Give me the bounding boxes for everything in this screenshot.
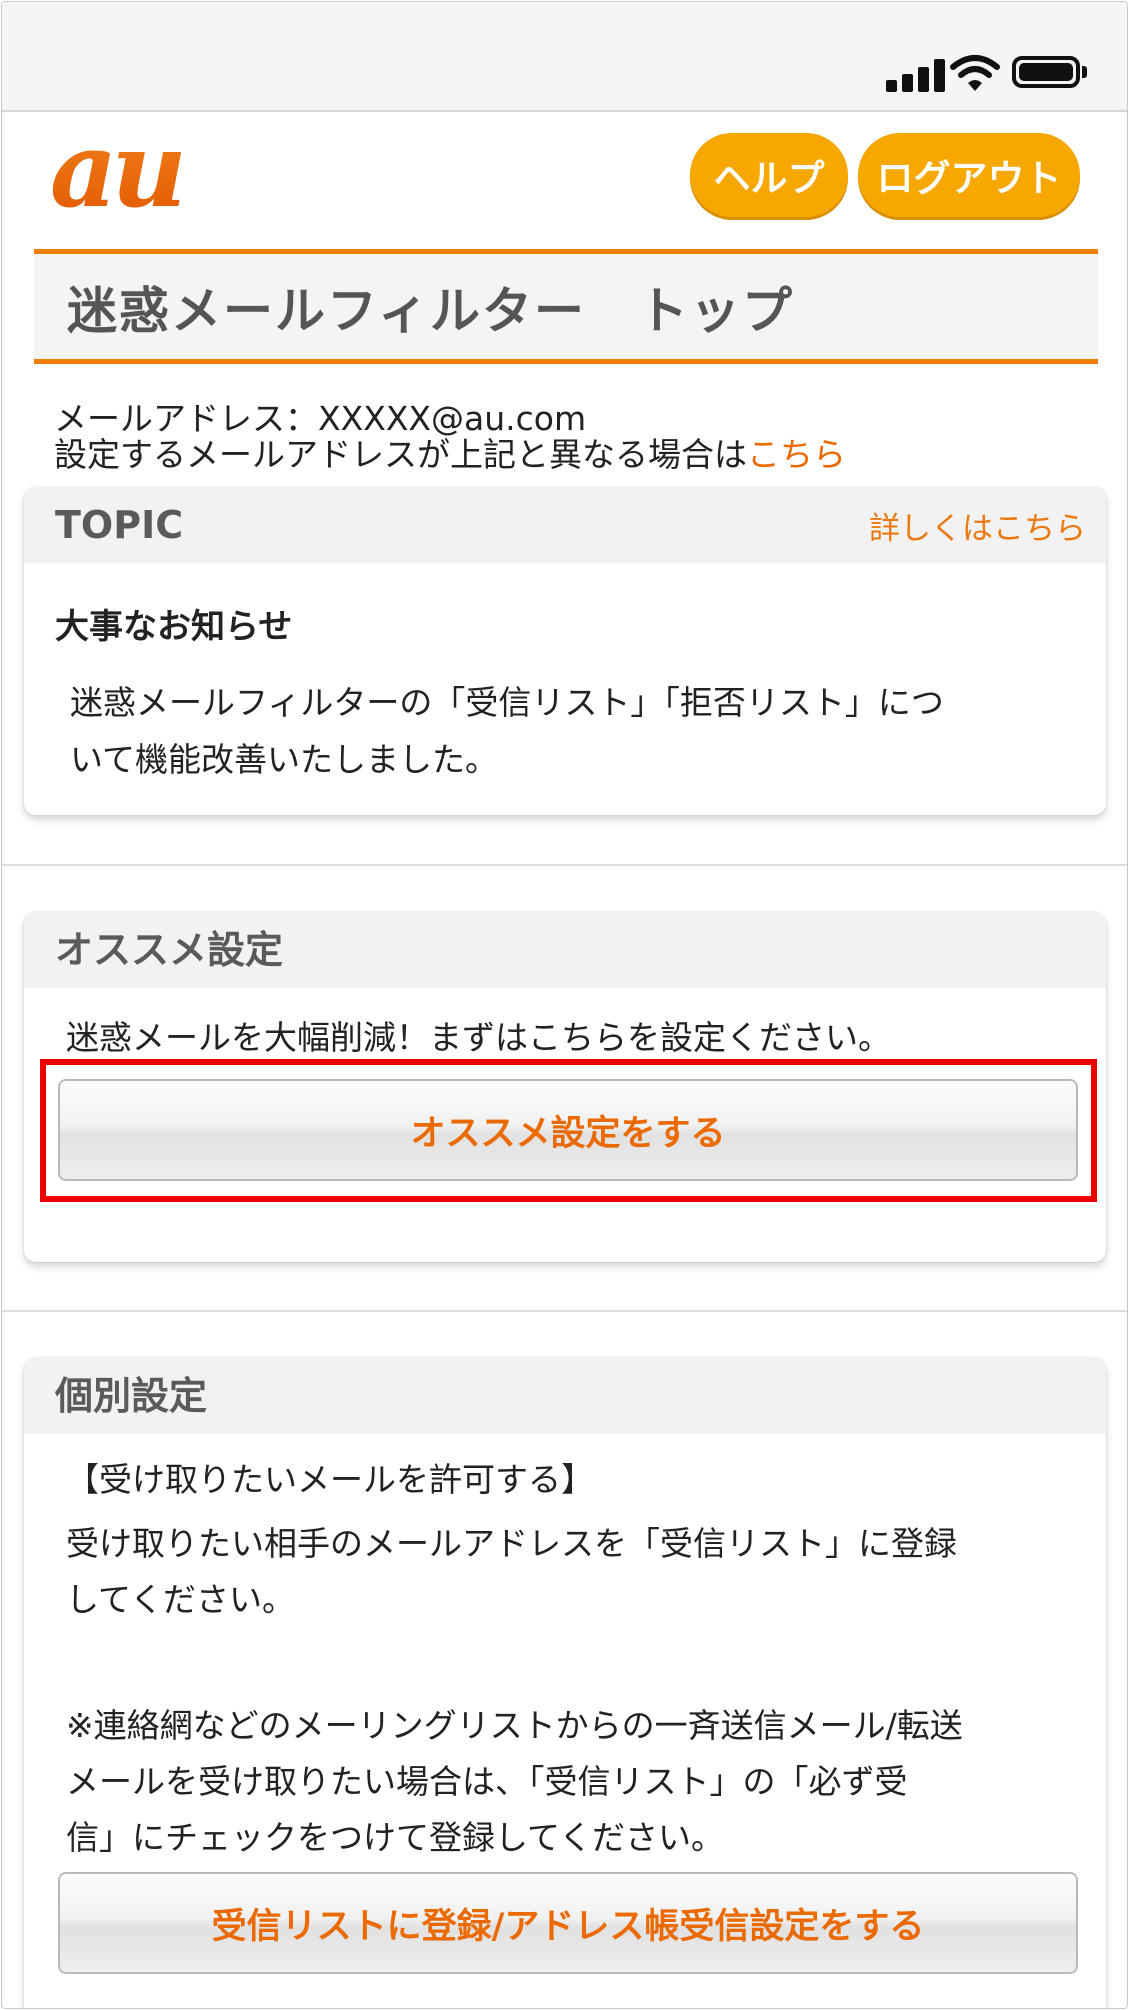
- logout-button[interactable]: ログアウト: [858, 133, 1080, 217]
- help-button[interactable]: ヘルプ: [690, 133, 848, 217]
- different-address-line: 設定するメールアドレスが上記と異なる場合はこちら: [54, 428, 846, 476]
- recommended-card-header: オススメ設定: [24, 912, 1106, 988]
- topic-details-link[interactable]: 詳しくはこちら: [869, 487, 1086, 571]
- svg-text:au: au: [50, 130, 181, 220]
- different-address-text: 設定するメールアドレスが上記と異なる場合は: [54, 435, 747, 474]
- section-divider: [2, 864, 1127, 866]
- au-logo[interactable]: au: [48, 130, 273, 220]
- allow-heading: 【受け取りたいメールを許可する】: [66, 1460, 594, 1499]
- topic-card: TOPIC 詳しくはこちら 大事なお知らせ 迷惑メールフィルターの「受信リスト」…: [24, 487, 1106, 815]
- battery-tip: [1082, 66, 1087, 78]
- here-link[interactable]: こちら: [747, 435, 846, 474]
- topic-card-header: TOPIC 詳しくはこちら: [24, 487, 1106, 563]
- wifi-icon: [950, 55, 1000, 91]
- individual-card-header: 個別設定: [24, 1358, 1106, 1434]
- battery-icon: [1012, 56, 1080, 88]
- app-frame: au ヘルプ ログアウト 迷惑メールフィルター トップ メールアドレス：XXXX…: [1, 1, 1128, 2009]
- note-line-3: 信」にチェックをつけて登録してください。: [66, 1818, 725, 1857]
- page-title: 迷惑メールフィルター トップ: [67, 281, 794, 340]
- recommended-description: 迷惑メールを大幅削減！まずはこちらを設定ください。: [66, 1018, 891, 1057]
- signal-icon: [886, 58, 948, 92]
- note-line-1: ※連絡網などのメーリングリストからの一斉送信メール/転送: [66, 1706, 963, 1745]
- highlight-box: [40, 1059, 1097, 1202]
- notice-line-1: 迷惑メールフィルターの「受信リスト」「拒否リスト」につ: [70, 683, 944, 722]
- page-title-bar: 迷惑メールフィルター トップ: [34, 249, 1098, 364]
- recommended-heading: オススメ設定: [55, 928, 284, 972]
- individual-heading: 個別設定: [55, 1374, 208, 1418]
- section-divider: [2, 1310, 1127, 1312]
- allow-line-1: 受け取りたい相手のメールアドレスを「受信リスト」に登録: [66, 1524, 957, 1563]
- topic-heading: TOPIC: [55, 503, 184, 547]
- status-bar: [2, 2, 1127, 112]
- notice-line-2: いて機能改善いたしました。: [70, 740, 499, 779]
- receive-list-register-button[interactable]: 受信リストに登録/アドレス帳受信設定をする: [58, 1872, 1078, 1974]
- notice-title: 大事なお知らせ: [55, 607, 293, 647]
- note-line-2: メールを受け取りたい場合は、「受信リスト」の「必ず受: [66, 1762, 908, 1801]
- allow-line-2: してください。: [66, 1580, 296, 1619]
